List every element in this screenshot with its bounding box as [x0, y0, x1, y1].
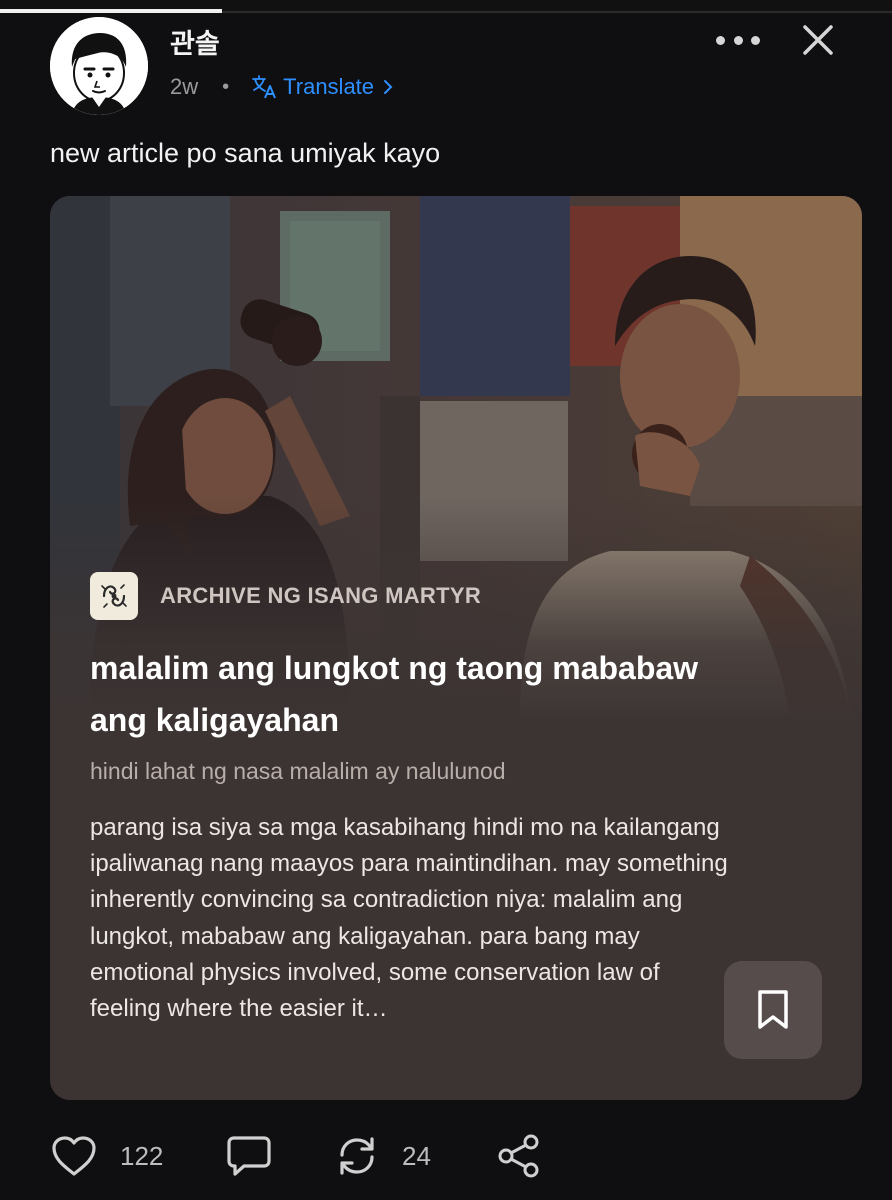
- avatar[interactable]: [50, 17, 148, 115]
- like-count: 122: [120, 1140, 164, 1171]
- progress-fill: [0, 9, 222, 13]
- close-icon: [803, 25, 833, 55]
- post-meta: 2w • Translate: [170, 74, 398, 100]
- scroll-progress-bar: [0, 0, 892, 14]
- more-options-button[interactable]: [716, 26, 760, 54]
- publication-logo: [90, 572, 138, 620]
- heart-icon: [52, 1136, 96, 1176]
- share-icon: [498, 1134, 539, 1178]
- more-horizontal-icon-dot: [751, 35, 760, 45]
- article-card[interactable]: ARCHIVE NG ISANG MARTYR malalim ang lung…: [50, 196, 862, 1100]
- repost-button[interactable]: 24: [334, 1128, 431, 1184]
- more-horizontal-icon-dot: [716, 35, 725, 45]
- reply-button[interactable]: [226, 1128, 272, 1184]
- progress-track: [222, 11, 892, 13]
- more-horizontal-icon-dot: [733, 35, 743, 45]
- article-title[interactable]: malalim ang lungkot ng taong mababaw ang…: [90, 642, 730, 746]
- close-button[interactable]: [800, 22, 836, 58]
- comment-icon: [227, 1136, 271, 1176]
- article-excerpt: parang isa siya sa mga kasabihang hindi …: [90, 814, 728, 1023]
- bookmark-button[interactable]: [724, 961, 822, 1059]
- article-subtitle: hindi lahat ng nasa malalim ay nalulunod: [90, 758, 506, 784]
- share-button[interactable]: [496, 1128, 542, 1184]
- repost-count: 24: [402, 1140, 431, 1171]
- repost-icon: [340, 1137, 374, 1175]
- chevron-right-icon: [384, 80, 393, 94]
- avatar-illustration: [50, 17, 148, 115]
- post-time: 2w: [170, 74, 199, 99]
- username[interactable]: 관솔: [170, 22, 220, 61]
- publication-name: ARCHIVE NG ISANG MARTYR: [160, 583, 482, 608]
- action-bar: 122 24: [50, 1128, 862, 1184]
- publication-header[interactable]: ARCHIVE NG ISANG MARTYR: [90, 572, 481, 620]
- post-text: new article po sana umiyak kayo: [50, 138, 441, 168]
- bookmark-icon: [758, 990, 788, 1029]
- translate-icon: [252, 75, 277, 99]
- like-button[interactable]: 122: [50, 1128, 163, 1184]
- translate-label: Translate: [283, 74, 375, 99]
- meta-separator: •: [222, 75, 230, 98]
- publication-logo-icon: [101, 584, 127, 608]
- translate-button[interactable]: Translate: [251, 74, 398, 100]
